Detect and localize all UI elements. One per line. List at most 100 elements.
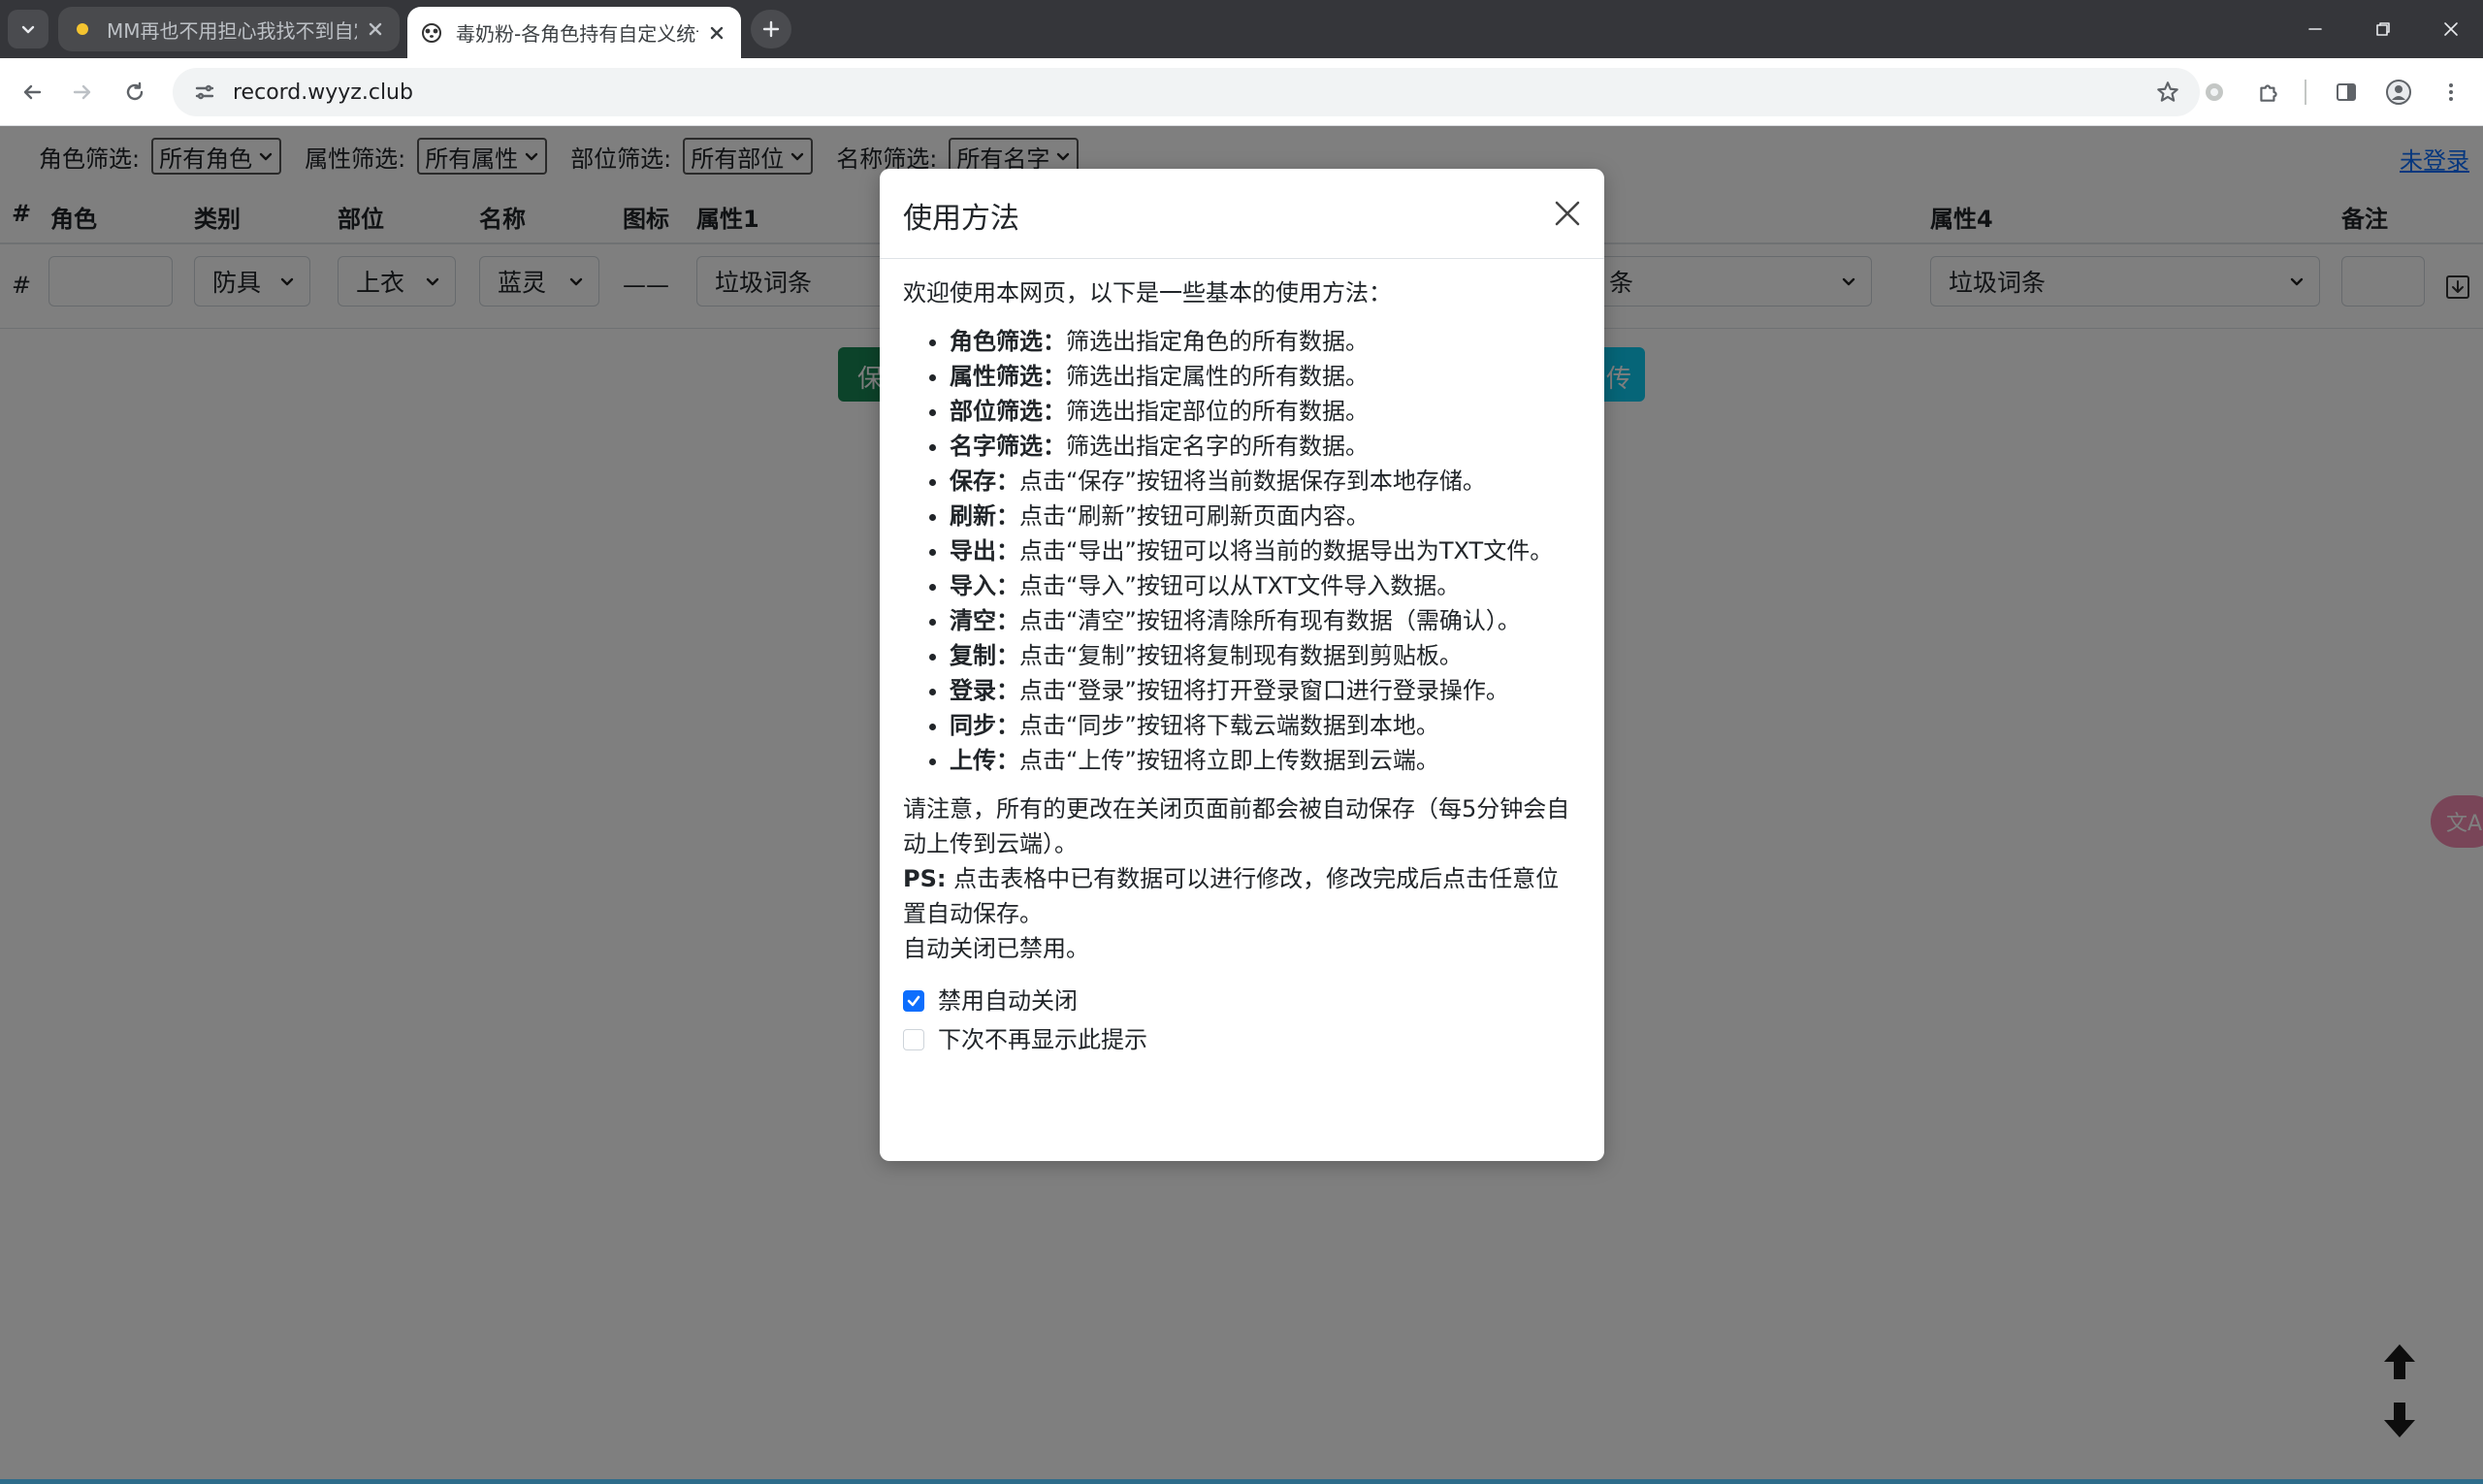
restore-button[interactable] bbox=[2349, 0, 2417, 58]
auto-close-status: 自动关闭已禁用。 bbox=[903, 935, 1089, 962]
item-key: 同步： bbox=[950, 712, 1019, 739]
item-desc: 点击“复制”按钮将复制现有数据到剪贴板。 bbox=[1019, 642, 1463, 669]
item-desc: 点击“导出”按钮可以将当前的数据导出为TXT文件。 bbox=[1019, 537, 1554, 565]
ps-label: PS: bbox=[903, 865, 947, 892]
bookmark-star-icon[interactable] bbox=[2153, 78, 2182, 107]
new-tab-button[interactable] bbox=[751, 10, 791, 48]
item-key: 角色筛选： bbox=[950, 328, 1066, 355]
chevron-down-icon bbox=[21, 25, 35, 34]
list-item: 名字筛选：筛选出指定名字的所有数据。 bbox=[950, 429, 1581, 464]
profile-button[interactable] bbox=[2376, 70, 2421, 114]
list-item: 登录：点击“登录”按钮将打开登录窗口进行登录操作。 bbox=[950, 673, 1581, 708]
kebab-menu-icon bbox=[2449, 83, 2453, 101]
taskbar-edge bbox=[0, 1479, 2483, 1484]
extensions-menu-button[interactable] bbox=[2246, 70, 2291, 114]
list-item: 导入：点击“导入”按钮可以从TXT文件导入数据。 bbox=[950, 568, 1581, 603]
extension-button[interactable] bbox=[2192, 70, 2237, 114]
tab-favicon bbox=[72, 18, 93, 40]
modal-note: 请注意，所有的更改在关闭页面前都会被自动保存（每5分钟会自动上传到云端）。 bbox=[903, 795, 1570, 857]
disable-auto-close-checkbox[interactable] bbox=[903, 990, 924, 1012]
item-desc: 点击“上传”按钮将立即上传数据到云端。 bbox=[1019, 747, 1439, 774]
list-item: 导出：点击“导出”按钮可以将当前的数据导出为TXT文件。 bbox=[950, 533, 1581, 568]
modal-close-button[interactable] bbox=[1550, 196, 1585, 231]
dont-show-again-checkbox[interactable] bbox=[903, 1029, 924, 1050]
list-item: 刷新：点击“刷新”按钮可刷新页面内容。 bbox=[950, 499, 1581, 533]
item-desc: 筛选出指定名字的所有数据。 bbox=[1066, 433, 1369, 460]
item-key: 导入： bbox=[950, 572, 1019, 599]
side-panel-button[interactable] bbox=[2324, 70, 2369, 114]
forward-button[interactable] bbox=[60, 70, 105, 114]
list-item: 保存：点击“保存”按钮将当前数据保存到本地存储。 bbox=[950, 464, 1581, 499]
item-key: 复制： bbox=[950, 642, 1019, 669]
reload-icon bbox=[126, 81, 144, 101]
browser-tab-strip: MM再也不用担心我找不到自定 毒奶粉-各角色持有自定义统计 bbox=[0, 0, 2483, 58]
list-item: 角色筛选：筛选出指定角色的所有数据。 bbox=[950, 324, 1581, 359]
tab-search-button[interactable] bbox=[8, 10, 48, 48]
modal-header: 使用方法 bbox=[880, 169, 1604, 259]
item-key: 上传： bbox=[950, 747, 1019, 774]
item-desc: 点击“同步”按钮将下载云端数据到本地。 bbox=[1019, 712, 1439, 739]
list-item: 上传：点击“上传”按钮将立即上传数据到云端。 bbox=[950, 743, 1581, 778]
item-desc: 筛选出指定部位的所有数据。 bbox=[1066, 398, 1369, 425]
dont-show-again-label: 下次不再显示此提示 bbox=[938, 1026, 1147, 1053]
item-desc: 点击“导入”按钮可以从TXT文件导入数据。 bbox=[1019, 572, 1461, 599]
minimize-button[interactable] bbox=[2281, 0, 2349, 58]
avatar-icon bbox=[2386, 80, 2411, 105]
minimize-icon bbox=[2308, 28, 2322, 30]
reload-button[interactable] bbox=[113, 70, 157, 114]
item-desc: 点击“登录”按钮将打开登录窗口进行登录操作。 bbox=[1019, 677, 1509, 704]
item-key: 保存： bbox=[950, 468, 1019, 495]
puzzle-icon bbox=[2260, 84, 2277, 102]
arrow-right-icon bbox=[73, 84, 91, 100]
disable-auto-close-option[interactable]: 禁用自动关闭 bbox=[903, 984, 1581, 1018]
check-icon bbox=[907, 995, 920, 1007]
item-key: 属性筛选： bbox=[950, 363, 1066, 390]
item-desc: 筛选出指定属性的所有数据。 bbox=[1066, 363, 1369, 390]
back-button[interactable] bbox=[10, 70, 54, 114]
dont-show-again-option[interactable]: 下次不再显示此提示 bbox=[903, 1022, 1581, 1057]
modal-ps: PS: 点击表格中已有数据可以进行修改，修改完成后点击任意位置自动保存。 bbox=[903, 861, 1581, 931]
close-icon[interactable] bbox=[706, 22, 727, 44]
modal-intro: 欢迎使用本网页，以下是一些基本的使用方法： bbox=[903, 279, 1392, 306]
browser-tab-2[interactable]: 毒奶粉-各角色持有自定义统计 bbox=[407, 7, 741, 58]
item-desc: 点击“刷新”按钮可刷新页面内容。 bbox=[1019, 502, 1370, 530]
list-item: 复制：点击“复制”按钮将复制现有数据到剪贴板。 bbox=[950, 638, 1581, 673]
item-desc: 点击“保存”按钮将当前数据保存到本地存储。 bbox=[1019, 468, 1486, 495]
url-text: record.wyyz.club bbox=[233, 80, 413, 105]
browser-tab-1[interactable]: MM再也不用担心我找不到自定 bbox=[58, 7, 400, 51]
item-desc: 点击“清空”按钮将清除所有现有数据（需确认）。 bbox=[1019, 607, 1521, 634]
address-bar[interactable]: record.wyyz.club bbox=[173, 68, 2200, 116]
item-desc: 筛选出指定角色的所有数据。 bbox=[1066, 328, 1369, 355]
item-key: 导出： bbox=[950, 537, 1019, 565]
disable-auto-close-label: 禁用自动关闭 bbox=[938, 987, 1078, 1015]
side-panel-icon bbox=[2337, 83, 2356, 101]
plus-icon bbox=[762, 20, 780, 38]
list-item: 属性筛选：筛选出指定属性的所有数据。 bbox=[950, 359, 1581, 394]
item-key: 刷新： bbox=[950, 502, 1019, 530]
modal-title: 使用方法 bbox=[903, 202, 1019, 236]
close-icon bbox=[1555, 201, 1580, 226]
usage-modal: 使用方法 欢迎使用本网页，以下是一些基本的使用方法： 角色筛选：筛选出指定角色的… bbox=[880, 169, 1604, 1161]
toolbar-divider bbox=[2305, 80, 2306, 105]
item-key: 名字筛选： bbox=[950, 433, 1066, 460]
list-item: 清空：点击“清空”按钮将清除所有现有数据（需确认）。 bbox=[950, 603, 1581, 638]
browser-menu-button[interactable] bbox=[2429, 70, 2473, 114]
tab-title: 毒奶粉-各角色持有自定义统计 bbox=[456, 22, 698, 46]
restore-icon bbox=[2376, 22, 2390, 36]
list-item: 部位筛选：筛选出指定部位的所有数据。 bbox=[950, 394, 1581, 429]
circle-extension-icon bbox=[2206, 83, 2223, 101]
close-icon[interactable] bbox=[365, 18, 386, 40]
list-item: 同步：点击“同步”按钮将下载云端数据到本地。 bbox=[950, 708, 1581, 743]
item-key: 清空： bbox=[950, 607, 1019, 634]
window-close-button[interactable] bbox=[2417, 0, 2483, 58]
usage-list: 角色筛选：筛选出指定角色的所有数据。 属性筛选：筛选出指定属性的所有数据。 部位… bbox=[903, 324, 1581, 778]
tab-favicon bbox=[421, 22, 442, 44]
close-icon bbox=[2444, 22, 2458, 36]
tab-title: MM再也不用担心我找不到自定 bbox=[107, 18, 357, 43]
ps-text: 点击表格中已有数据可以进行修改，修改完成后点击任意位置自动保存。 bbox=[903, 865, 1560, 927]
site-info-icon[interactable] bbox=[190, 78, 219, 107]
item-key: 部位筛选： bbox=[950, 398, 1066, 425]
arrow-left-icon bbox=[23, 84, 42, 100]
item-key: 登录： bbox=[950, 677, 1019, 704]
modal-body: 欢迎使用本网页，以下是一些基本的使用方法： 角色筛选：筛选出指定角色的所有数据。… bbox=[903, 275, 1581, 1057]
